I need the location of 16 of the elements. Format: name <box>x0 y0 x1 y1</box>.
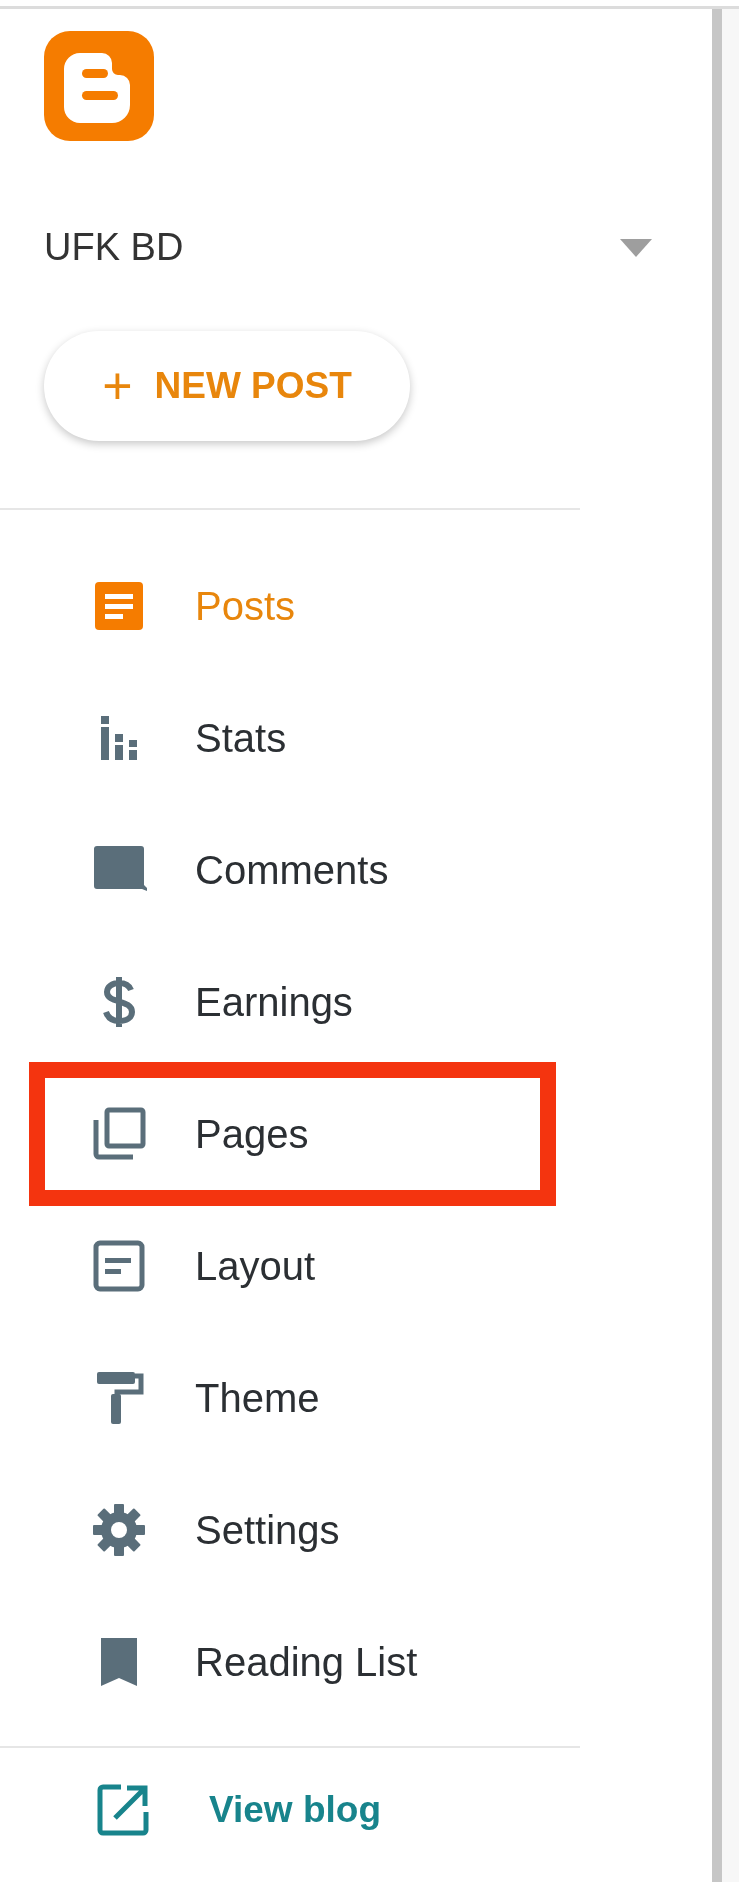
view-blog-link[interactable]: View blog <box>95 1782 713 1838</box>
nav-item[interactable]: Pages <box>45 1106 309 1162</box>
blog-name[interactable]: UFK BD <box>44 226 184 269</box>
external-link-icon <box>95 1782 151 1838</box>
nav-item[interactable]: Layout <box>45 1238 316 1294</box>
logo-icon[interactable] <box>44 31 154 141</box>
nav-item[interactable]: Comments <box>45 842 389 898</box>
nav-item[interactable]: Earnings <box>45 974 353 1030</box>
pages-icon <box>91 1106 147 1162</box>
layout-icon <box>91 1238 147 1294</box>
nav-item[interactable]: Settings <box>45 1502 340 1558</box>
settings-icon <box>91 1502 147 1558</box>
nav-item[interactable]: Reading List <box>45 1634 418 1690</box>
dropdown-caret-icon[interactable] <box>620 238 652 257</box>
nav-item[interactable]: Theme <box>45 1370 320 1426</box>
nav-item[interactable]: Stats <box>45 710 287 766</box>
